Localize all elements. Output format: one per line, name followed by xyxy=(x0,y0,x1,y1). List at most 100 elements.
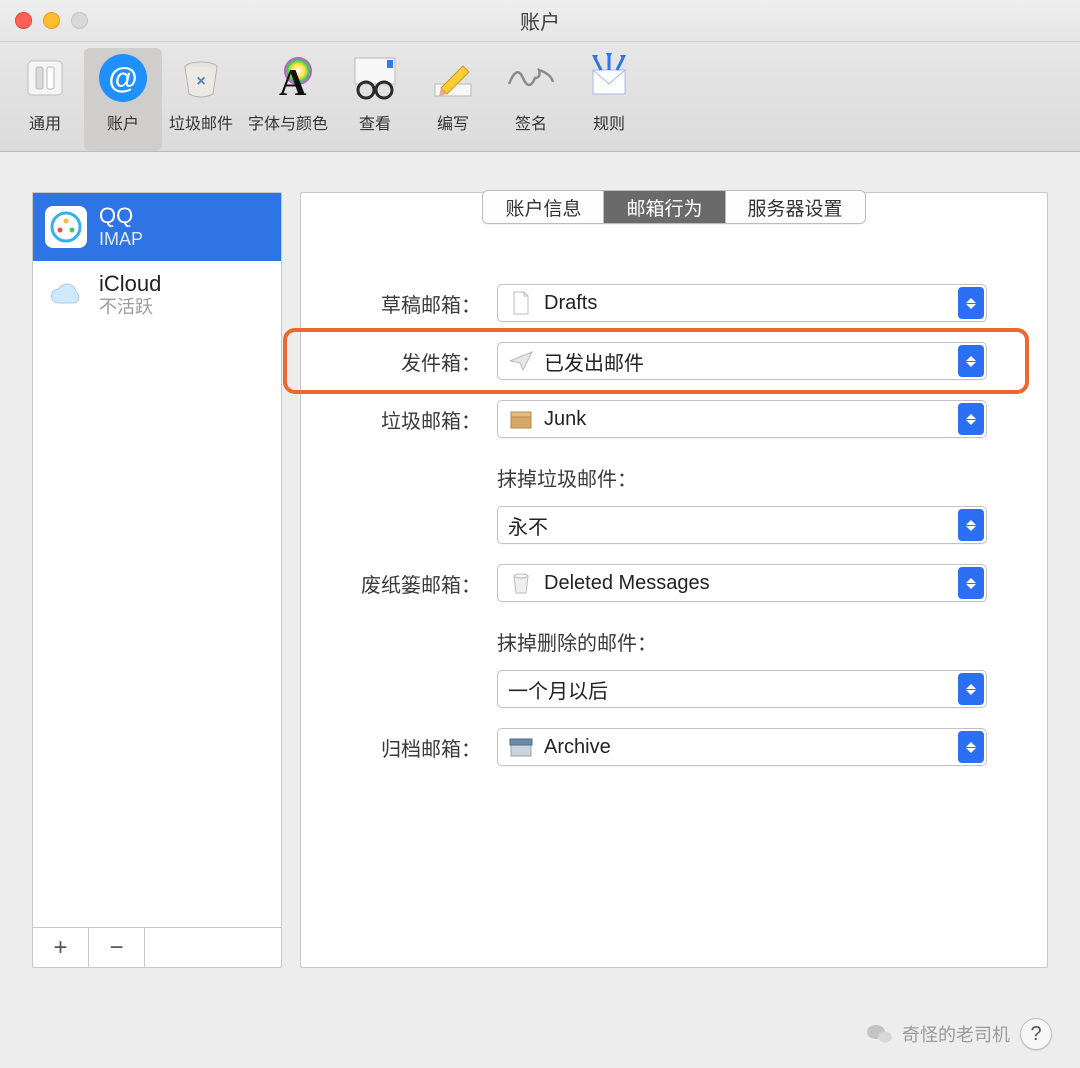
main-panel: 账户信息 邮箱行为 服务器设置 草稿邮箱： Drafts xyxy=(300,192,1048,968)
remove-account-button[interactable]: − xyxy=(89,928,145,967)
label-trash: 废纸篓邮箱： xyxy=(301,569,481,598)
popup-value: 永不 xyxy=(508,511,548,540)
tabbar: 账户信息 邮箱行为 服务器设置 xyxy=(301,190,1047,224)
sidebar-footer: + − xyxy=(33,927,281,967)
content-area: QQ IMAP iCloud 不活跃 + − xyxy=(0,152,1080,1068)
glasses-mail-icon xyxy=(349,52,401,104)
toolbar-label: 编写 xyxy=(437,110,469,134)
label-junk-purge: 抹掉垃圾邮件： xyxy=(497,463,637,492)
popup-drafts[interactable]: Drafts xyxy=(497,284,987,322)
trash-can-icon xyxy=(508,570,534,596)
row-trash-purge: 一个月以后 xyxy=(301,670,987,708)
toolbar-viewing[interactable]: 查看 xyxy=(336,48,414,151)
account-name: iCloud xyxy=(99,271,161,297)
toolbar-accounts[interactable]: @ 账户 xyxy=(84,48,162,151)
at-icon: @ xyxy=(97,52,149,104)
watermark-text: 奇怪的老司机 xyxy=(902,1021,1010,1047)
junk-box-icon xyxy=(508,406,534,432)
toolbar-label: 字体与颜色 xyxy=(248,110,328,134)
toolbar-label: 通用 xyxy=(29,110,61,134)
label-sent: 发件箱： xyxy=(301,347,481,376)
popup-archive[interactable]: Archive xyxy=(497,728,987,766)
svg-text:@: @ xyxy=(108,62,137,95)
add-account-button[interactable]: + xyxy=(33,928,89,967)
popup-value: 一个月以后 xyxy=(508,675,608,704)
toolbar-label: 签名 xyxy=(515,110,547,134)
trash-bin-icon: × xyxy=(175,52,227,104)
label-junk: 垃圾邮箱： xyxy=(301,405,481,434)
watermark: 奇怪的老司机 xyxy=(866,1020,1010,1048)
rules-icon xyxy=(583,52,635,104)
account-subtitle: 不活跃 xyxy=(99,297,161,319)
wechat-icon xyxy=(866,1020,894,1048)
toolbar-label: 查看 xyxy=(359,110,391,134)
popup-junk-purge[interactable]: 永不 xyxy=(497,506,987,544)
popup-value: 已发出邮件 xyxy=(544,347,644,376)
archive-box-icon xyxy=(508,734,534,760)
font-color-icon: A xyxy=(262,52,314,104)
label-archive: 归档邮箱： xyxy=(301,733,481,762)
popup-value: Deleted Messages xyxy=(544,572,710,595)
popup-junk[interactable]: Junk xyxy=(497,400,987,438)
accounts-sidebar: QQ IMAP iCloud 不活跃 + − xyxy=(32,192,282,968)
row-trash-purge-label: 抹掉删除的邮件： xyxy=(301,622,987,660)
toolbar-label: 账户 xyxy=(107,110,139,134)
popup-value: Archive xyxy=(544,736,611,759)
switch-icon xyxy=(19,52,71,104)
account-name: QQ xyxy=(99,203,143,229)
chevron-up-down-icon xyxy=(958,403,984,435)
document-icon xyxy=(508,290,534,316)
toolbar-composing[interactable]: 编写 xyxy=(414,48,492,151)
toolbar-general[interactable]: 通用 xyxy=(6,48,84,151)
account-item-qq[interactable]: QQ IMAP xyxy=(33,193,281,261)
titlebar: 账户 xyxy=(0,0,1080,42)
toolbar-rules[interactable]: 规则 xyxy=(570,48,648,151)
toolbar-junk[interactable]: × 垃圾邮件 xyxy=(162,48,240,151)
label-trash-purge: 抹掉删除的邮件： xyxy=(497,627,657,656)
toolbar-fonts[interactable]: A 字体与颜色 xyxy=(240,48,336,151)
row-junk-purge: 永不 xyxy=(301,506,987,544)
close-window-button[interactable] xyxy=(15,12,32,29)
row-archive: 归档邮箱： Archive xyxy=(301,728,987,766)
accounts-list: QQ IMAP iCloud 不活跃 xyxy=(33,193,281,927)
tab-account-info[interactable]: 账户信息 xyxy=(483,191,604,223)
minimize-window-button[interactable] xyxy=(43,12,60,29)
toolbar-label: 规则 xyxy=(593,110,625,134)
qq-icon xyxy=(45,206,87,248)
popup-value: Junk xyxy=(544,408,586,431)
help-button[interactable]: ? xyxy=(1020,1018,1052,1050)
row-junk-purge-label: 抹掉垃圾邮件： xyxy=(301,458,987,496)
signature-icon xyxy=(505,52,557,104)
tab-server-settings[interactable]: 服务器设置 xyxy=(726,191,865,223)
row-sent: 发件箱： 已发出邮件 xyxy=(301,342,987,380)
traffic-lights xyxy=(15,12,88,29)
chevron-up-down-icon xyxy=(958,567,984,599)
svg-text:×: × xyxy=(196,73,205,90)
row-drafts: 草稿邮箱： Drafts xyxy=(301,284,987,322)
account-item-icloud[interactable]: iCloud 不活跃 xyxy=(33,261,281,329)
pencil-icon xyxy=(427,52,479,104)
row-junk: 垃圾邮箱： Junk xyxy=(301,400,987,438)
popup-trash[interactable]: Deleted Messages xyxy=(497,564,987,602)
segmented-control: 账户信息 邮箱行为 服务器设置 xyxy=(482,190,865,224)
row-trash: 废纸篓邮箱： Deleted Messages xyxy=(301,564,987,602)
chevron-up-down-icon xyxy=(958,731,984,763)
behaviors-form: 草稿邮箱： Drafts 发件箱： xyxy=(301,224,1047,766)
popup-trash-purge[interactable]: 一个月以后 xyxy=(497,670,987,708)
chevron-up-down-icon xyxy=(958,287,984,319)
zoom-window-button[interactable] xyxy=(71,12,88,29)
preferences-toolbar: 通用 @ 账户 × 垃圾邮件 A 字体与颜色 xyxy=(0,42,1080,152)
popup-value: Drafts xyxy=(544,292,597,315)
icloud-icon xyxy=(45,274,87,316)
chevron-up-down-icon xyxy=(958,345,984,377)
toolbar-label: 垃圾邮件 xyxy=(169,110,233,134)
window-title: 账户 xyxy=(0,6,1080,35)
chevron-up-down-icon xyxy=(958,673,984,705)
toolbar-signatures[interactable]: 签名 xyxy=(492,48,570,151)
account-subtitle: IMAP xyxy=(99,229,143,251)
popup-sent[interactable]: 已发出邮件 xyxy=(497,342,987,380)
svg-text:A: A xyxy=(279,62,307,103)
tab-mailbox-behaviors[interactable]: 邮箱行为 xyxy=(604,191,725,223)
paper-plane-icon xyxy=(508,348,534,374)
label-drafts: 草稿邮箱： xyxy=(301,289,481,318)
